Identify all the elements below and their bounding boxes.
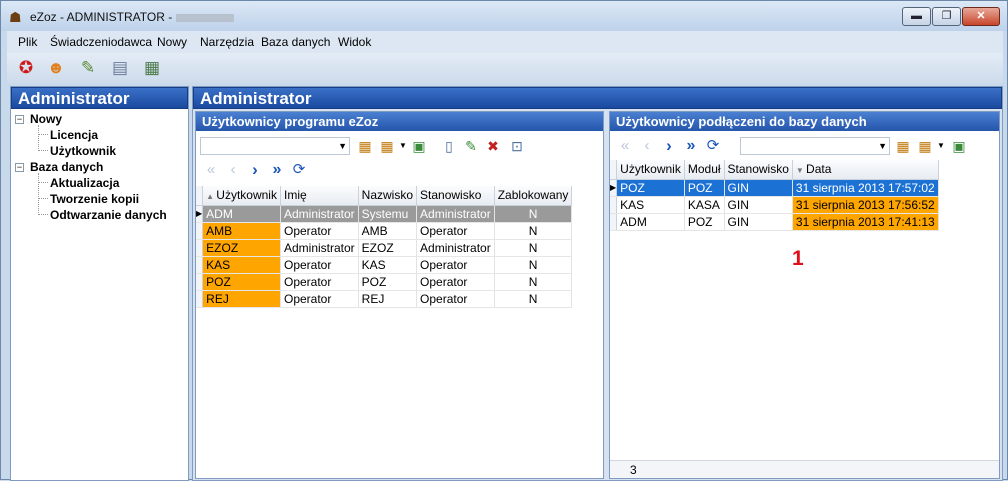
filter-combo[interactable]: ▼ bbox=[200, 137, 350, 155]
table-row[interactable]: EZOZ Administrator EZOZ Administrator N bbox=[196, 239, 573, 257]
collapse-icon[interactable]: − bbox=[15, 163, 24, 172]
users-panel: Użytkownicy programu eZoz ▼ ▦ ▦ ▼ ▣ ▯ ✎ … bbox=[195, 111, 604, 479]
table-header-row: Użytkownik Moduł Stanowisko ▼ Data bbox=[610, 160, 939, 180]
toolbar: ✪ ☻ ✎ ▤ ▦ bbox=[7, 53, 1003, 83]
column-header-nazwisko[interactable]: Nazwisko bbox=[358, 186, 418, 206]
edit-document-icon[interactable]: ✎ bbox=[462, 137, 480, 155]
left-panel-title: Administrator bbox=[11, 87, 188, 109]
maximize-button[interactable]: ❐ bbox=[932, 7, 961, 26]
main-panel-title: Administrator bbox=[193, 87, 1002, 109]
first-record-icon[interactable]: « bbox=[616, 137, 634, 155]
pencil-edit-icon[interactable]: ✎ bbox=[77, 57, 99, 79]
redacted-text bbox=[176, 13, 235, 22]
refresh-icon[interactable]: ⟳ bbox=[704, 137, 722, 155]
table-header-row: ▲ Użytkownik Imię Nazwisko Stanowisko Za… bbox=[196, 186, 573, 206]
grid-columns-icon[interactable]: ▦ bbox=[356, 137, 374, 155]
previous-record-icon[interactable]: ‹ bbox=[224, 161, 242, 179]
tree-node-odtwarzanie-danych[interactable]: Odtwarzanie danych bbox=[50, 208, 167, 222]
table-row[interactable]: POZ Operator POZ Operator N bbox=[196, 273, 573, 291]
current-row-icon: ▶ bbox=[610, 179, 618, 197]
chevron-down-icon[interactable]: ▼ bbox=[932, 137, 950, 155]
app-icon: ☗ bbox=[9, 9, 22, 25]
table-row[interactable]: ▶ POZ POZ GIN 31 sierpnia 2013 17:57:02 bbox=[610, 179, 939, 197]
connected-users-panel: Użytkownicy podłączeni do bazy danych « … bbox=[609, 111, 1000, 479]
column-header-stanowisko[interactable]: Stanowisko bbox=[416, 186, 495, 206]
refresh-icon[interactable]: ⟳ bbox=[290, 161, 308, 179]
tree-node-aktualizacja[interactable]: Aktualizacja bbox=[50, 176, 119, 190]
menu-bar: Plik Świadczeniodawca Nowy Narzędzia Baz… bbox=[7, 31, 1003, 53]
title-bar: ☗ eZoz - ADMINISTRATOR - ▬ ❐ ✕ bbox=[1, 1, 1007, 31]
main-panel: Administrator Użytkownicy programu eZoz … bbox=[192, 86, 1003, 481]
ribbon-award-icon[interactable]: ✪ bbox=[15, 57, 37, 79]
menu-nowy[interactable]: Nowy bbox=[157, 35, 187, 49]
users-table: ▲ Użytkownik Imię Nazwisko Stanowisko Za… bbox=[196, 186, 573, 308]
column-header-zablokowany[interactable]: Zablokowany bbox=[494, 186, 573, 206]
connected-users-status-bar: 3 bbox=[610, 460, 999, 478]
filter-combo[interactable]: ▼ bbox=[740, 137, 890, 155]
current-row-icon: ▶ bbox=[196, 205, 204, 223]
database-icon[interactable]: ▤ bbox=[109, 57, 131, 79]
minimize-button[interactable]: ▬ bbox=[902, 7, 931, 26]
export-excel-icon[interactable]: ▣ bbox=[950, 137, 968, 155]
new-document-icon[interactable]: ▯ bbox=[440, 137, 458, 155]
chevron-down-icon: ▼ bbox=[338, 141, 347, 151]
column-header-data[interactable]: ▼ Data bbox=[792, 160, 939, 180]
tree-node-uzytkownik[interactable]: Użytkownik bbox=[50, 144, 116, 158]
column-header-stanowisko[interactable]: Stanowisko bbox=[724, 160, 793, 180]
users-panel-title: Użytkownicy programu eZoz bbox=[196, 112, 603, 131]
column-header-uzytkownik[interactable]: ▲ Użytkownik bbox=[202, 186, 281, 206]
main-window: ☗ eZoz - ADMINISTRATOR - ▬ ❐ ✕ Plik Świa… bbox=[0, 0, 1008, 481]
table-row[interactable]: KAS Operator KAS Operator N bbox=[196, 256, 573, 274]
user-icon[interactable]: ☻ bbox=[45, 57, 67, 79]
tree-node-tworzenie-kopii[interactable]: Tworzenie kopii bbox=[50, 192, 139, 206]
tree-node-baza-danych[interactable]: Baza danych bbox=[30, 160, 103, 174]
menu-narzedzia[interactable]: Narzędzia bbox=[200, 35, 254, 49]
menu-widok[interactable]: Widok bbox=[338, 35, 371, 49]
grid-columns-icon[interactable]: ▦ bbox=[894, 137, 912, 155]
next-record-icon[interactable]: › bbox=[660, 137, 678, 155]
table-row[interactable]: AMB Operator AMB Operator N bbox=[196, 222, 573, 240]
left-panel: Administrator − Nowy Licencja Użytkownik… bbox=[10, 86, 189, 481]
next-record-icon[interactable]: › bbox=[246, 161, 264, 179]
column-header-imie[interactable]: Imię bbox=[280, 186, 359, 206]
database-refresh-icon[interactable]: ▦ bbox=[141, 57, 163, 79]
delete-document-icon[interactable]: ✖ bbox=[484, 137, 502, 155]
column-header-uzytkownik[interactable]: Użytkownik bbox=[616, 160, 685, 180]
preview-icon[interactable]: ⊡ bbox=[508, 137, 526, 155]
tree-node-nowy[interactable]: Nowy bbox=[30, 112, 62, 126]
close-button[interactable]: ✕ bbox=[962, 7, 1000, 26]
export-excel-icon[interactable]: ▣ bbox=[410, 137, 428, 155]
last-record-icon[interactable]: » bbox=[682, 137, 700, 155]
menu-baza-danych[interactable]: Baza danych bbox=[261, 35, 330, 49]
chevron-down-icon: ▼ bbox=[878, 141, 887, 151]
collapse-icon[interactable]: − bbox=[15, 115, 24, 124]
table-row[interactable]: ADM POZ GIN 31 sierpnia 2013 17:41:13 bbox=[610, 213, 939, 231]
annotation-number: 1 bbox=[792, 247, 804, 270]
window-title: eZoz - ADMINISTRATOR - bbox=[30, 10, 235, 24]
row-count: 3 bbox=[630, 463, 637, 477]
connected-users-table: Użytkownik Moduł Stanowisko ▼ Data ▶ POZ… bbox=[610, 160, 939, 231]
column-header-modul[interactable]: Moduł bbox=[684, 160, 725, 180]
previous-record-icon[interactable]: ‹ bbox=[638, 137, 656, 155]
table-row[interactable]: ▶ ADM Administrator Systemu Administrato… bbox=[196, 205, 573, 223]
table-row[interactable]: REJ Operator REJ Operator N bbox=[196, 290, 573, 308]
tree-node-licencja[interactable]: Licencja bbox=[50, 128, 98, 142]
table-row[interactable]: KAS KASA GIN 31 sierpnia 2013 17:56:52 bbox=[610, 196, 939, 214]
menu-swiadczeniodawca[interactable]: Świadczeniodawca bbox=[50, 35, 152, 49]
first-record-icon[interactable]: « bbox=[202, 161, 220, 179]
connected-users-panel-title: Użytkownicy podłączeni do bazy danych bbox=[610, 112, 999, 131]
menu-plik[interactable]: Plik bbox=[18, 35, 37, 49]
last-record-icon[interactable]: » bbox=[268, 161, 286, 179]
